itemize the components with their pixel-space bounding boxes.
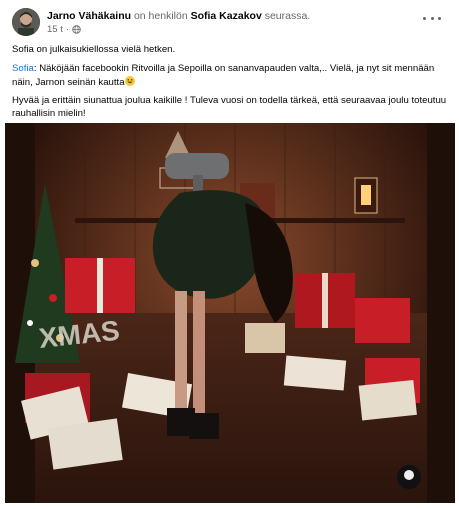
tagged-suffix: seurassa. [264,10,311,22]
christmas-scene-image: XMAS [5,123,455,503]
post-body: Sofia on julkaisukiellossa vielä hetken.… [12,44,447,127]
post-photo[interactable]: XMAS [5,123,455,503]
post-line-2: Sofia: Näköjään facebookin Ritvoilla ja … [12,63,447,90]
author-avatar[interactable] [12,8,40,36]
post-line-1: Sofia on julkaisukiellossa vielä hetken. [12,44,176,55]
photo-container: XMAS [0,123,459,509]
facebook-post: Jarno Vähäkainu on henkilön Sofia Kazako… [0,0,459,509]
mention-link[interactable]: Sofia [12,63,34,74]
post-header: Jarno Vähäkainu on henkilön Sofia Kazako… [0,0,459,38]
post-line-3: Hyvää ja erittäin siunattua joulua kaiki… [12,95,447,120]
tagged-name[interactable]: Sofia Kazakov [191,10,262,22]
more-dots-icon[interactable] [423,13,441,23]
post-line-2-text: : Näköjään facebookin Ritvoilla ja Sepoi… [12,62,435,88]
globe-icon [72,25,81,34]
post-time[interactable]: 15 t [47,24,63,35]
connector-text: on henkilön [133,10,188,22]
author-line: Jarno Vähäkainu on henkilön Sofia Kazako… [47,10,310,23]
meta-separator: · [65,24,70,35]
avatar-image [12,8,40,36]
grinning-face-icon [124,75,135,86]
author-name[interactable]: Jarno Vähäkainu [47,10,131,22]
post-meta: 15 t · [47,24,81,35]
